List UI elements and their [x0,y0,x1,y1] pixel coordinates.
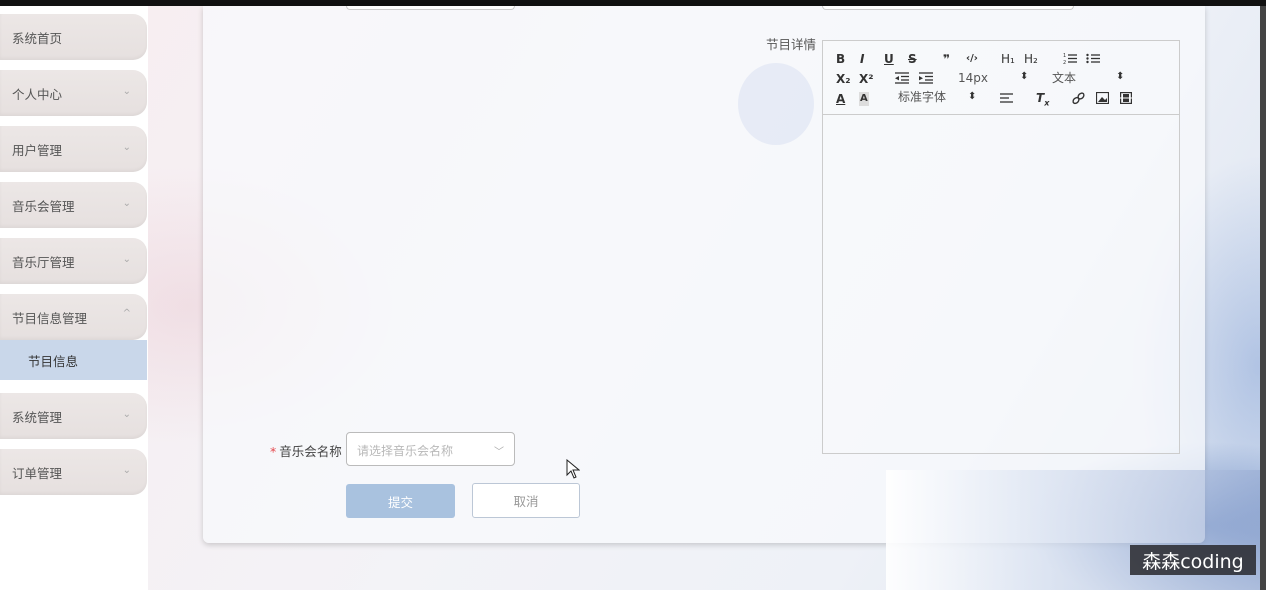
sidebar-item-label: 订单管理 [12,465,63,481]
select-arrows-icon: ⬍ [968,91,977,102]
sidebar-item-label: 系统管理 [12,409,63,425]
background-color-icon[interactable]: A [859,92,869,106]
underline-button[interactable]: U [884,52,894,66]
image-icon[interactable] [1096,92,1109,104]
clear-format-icon[interactable]: Tx [1036,91,1049,110]
chevron-down-icon: ⌄ [122,465,131,476]
required-mark: * [270,444,277,459]
chevron-down-icon: ⌄ [122,409,131,420]
font-color-icon[interactable]: A [836,92,845,106]
decorative-circle [738,63,814,145]
sidebar-item-label: 用户管理 [12,142,63,158]
watermark-label: 森森coding [1130,545,1256,575]
concert-name-label-text: 音乐会名称 [279,444,342,459]
strikethrough-button[interactable]: S [908,52,917,66]
sidebar-item-user-management[interactable]: 用户管理 ⌄ [0,126,147,172]
heading2-button[interactable]: H₂ [1024,52,1038,66]
chevron-down-icon: ⌄ [122,254,131,265]
sidebar-item-label: 音乐会管理 [12,198,75,214]
sidebar-item-label: 节目信息管理 [12,310,88,326]
program-detail-label: 节目详情 [766,37,817,52]
select-arrows-icon: ⬍ [1116,71,1125,82]
chevron-down-icon: ⌄ [122,86,131,97]
chevron-up-icon: ^ [122,308,131,319]
chevron-down-icon: ﹀ [494,447,504,458]
submit-button[interactable]: 提交 [346,484,455,518]
code-block-button[interactable]: ‹/› [966,52,978,66]
superscript-button[interactable]: X² [859,72,874,86]
concert-name-label: * 音乐会名称 [270,441,342,460]
subscript-button[interactable]: X₂ [836,72,851,86]
mouse-cursor-icon [566,459,580,479]
sidebar-item-concert-management[interactable]: 音乐会管理 ⌄ [0,182,147,228]
cancel-button[interactable]: 取消 [472,483,580,518]
sidebar-subitem-program-info[interactable]: 节目信息 [0,340,147,380]
concert-name-placeholder: 请选择音乐会名称 [357,444,454,458]
align-icon[interactable] [1000,93,1013,104]
sidebar-item-personal-center[interactable]: 个人中心 ⌄ [0,70,147,116]
sidebar-item-hall-management[interactable]: 音乐厅管理 ⌄ [0,238,147,284]
sidebar-item-label: 个人中心 [12,86,63,102]
svg-text:2: 2 [1063,60,1066,65]
previous-field-input[interactable] [346,6,515,10]
blockquote-button[interactable]: ❞ [943,52,950,66]
link-icon[interactable] [1072,92,1085,105]
chevron-down-icon: ⌄ [122,142,131,153]
font-size-select[interactable]: 14px [958,71,988,85]
rich-text-editor[interactable]: B I U S ❞ ‹/› H₁ H₂ 1 2 X₂ X² 14px ⬍ 文本 … [822,40,1180,454]
sidebar-subitem-label: 节目信息 [28,353,79,369]
heading1-button[interactable]: H₁ [1001,52,1015,66]
video-icon[interactable] [1120,92,1132,104]
sidebar-item-home[interactable]: 系统首页 [0,14,147,60]
heading-select[interactable]: 文本 [1052,71,1076,85]
sidebar-item-program-management[interactable]: 节目信息管理 ^ [0,294,147,340]
concert-name-select[interactable]: 请选择音乐会名称 ﹀ [346,432,515,466]
ordered-list-icon[interactable]: 1 2 [1063,52,1077,65]
editor-toolbar: B I U S ❞ ‹/› H₁ H₂ 1 2 X₂ X² 14px ⬍ 文本 … [823,41,1179,115]
outdent-icon[interactable] [895,72,909,84]
sidebar-item-label: 系统首页 [12,30,63,46]
bullet-list-icon[interactable] [1086,52,1100,65]
bold-button[interactable]: B [836,52,845,66]
sidebar-item-order-management[interactable]: 订单管理 ⌄ [0,449,147,495]
sidebar: 系统首页 个人中心 ⌄ 用户管理 ⌄ 音乐会管理 ⌄ 音乐厅管理 ⌄ 节目信息管… [0,6,148,590]
indent-icon[interactable] [919,72,933,84]
font-family-select[interactable]: 标准字体 [898,90,946,104]
sidebar-item-label: 音乐厅管理 [12,254,75,270]
italic-button[interactable]: I [860,52,864,66]
window-edge [1260,6,1266,590]
chevron-down-icon: ⌄ [122,198,131,209]
editor-content-area[interactable] [823,116,1179,453]
select-arrows-icon: ⬍ [1020,71,1029,82]
sidebar-item-system-management[interactable]: 系统管理 ⌄ [0,393,147,439]
svg-text:1: 1 [1063,53,1066,59]
previous-field-input-right[interactable] [822,6,1074,10]
